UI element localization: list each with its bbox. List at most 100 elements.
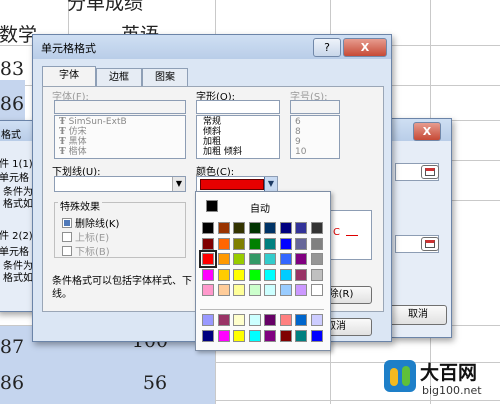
color-swatch[interactable] (264, 268, 276, 281)
color-swatch[interactable] (310, 329, 323, 342)
color-swatch[interactable] (279, 237, 292, 250)
sheet-top-partial: 分单成绩 (66, 0, 143, 14)
color-swatch[interactable] (233, 314, 245, 326)
color-swatch[interactable] (310, 253, 323, 265)
color-swatch[interactable] (217, 268, 230, 281)
style-list[interactable]: 常规 倾斜 加粗 加粗 倾斜 (196, 115, 280, 159)
watermark-brand: 大百网 (420, 362, 478, 384)
color-swatch[interactable] (279, 268, 292, 281)
condition-1-range-button[interactable] (421, 165, 439, 179)
color-swatch[interactable] (233, 253, 245, 265)
size-input[interactable] (290, 100, 340, 114)
color-swatch[interactable] (295, 329, 307, 342)
color-swatch[interactable] (295, 237, 307, 250)
tab-font-label: 字体 (59, 70, 79, 81)
color-swatch[interactable] (310, 268, 323, 281)
style-input[interactable] (196, 100, 280, 114)
right-dialog-cancel-button[interactable]: 取消 (389, 305, 447, 325)
color-swatch[interactable] (248, 329, 261, 342)
tab-border[interactable]: 边框 (96, 68, 142, 87)
color-swatch[interactable] (217, 284, 230, 296)
size-list-item[interactable]: 9 (295, 137, 301, 147)
size-list[interactable]: 6 8 9 10 (290, 115, 340, 159)
preview-sample: C (333, 227, 340, 238)
style-list-item[interactable]: 倾斜 (203, 127, 221, 137)
color-swatch[interactable] (279, 329, 292, 342)
tab-pattern[interactable]: 图案 (142, 68, 188, 87)
color-swatch[interactable] (310, 222, 323, 234)
color-swatch[interactable] (217, 314, 230, 326)
condition-1-type[interactable]: 单元格 (0, 169, 29, 184)
color-swatch[interactable] (264, 253, 276, 265)
style-list-item[interactable]: 加粗 倾斜 (203, 147, 242, 157)
chevron-down-icon[interactable]: ▼ (172, 177, 185, 191)
dialog-close-button[interactable]: X (343, 38, 387, 57)
color-swatch[interactable] (310, 284, 323, 296)
subscript-checkbox[interactable]: 下标(B) (62, 243, 110, 258)
font-input[interactable] (54, 100, 186, 114)
color-swatch[interactable] (295, 268, 307, 281)
color-swatch[interactable] (279, 284, 292, 296)
color-swatch[interactable] (233, 237, 245, 250)
color-swatch[interactable] (248, 268, 261, 281)
right-dialog: X 取消 (389, 118, 452, 338)
color-swatch[interactable] (295, 284, 307, 296)
color-swatch[interactable] (199, 250, 217, 268)
color-swatch[interactable] (295, 253, 307, 265)
auto-color-option[interactable]: 自动 (200, 198, 324, 215)
condition-2-type[interactable]: 单元格 (0, 243, 29, 258)
color-swatch[interactable] (248, 284, 261, 296)
color-swatch[interactable] (233, 268, 245, 281)
help-button[interactable]: ? (313, 38, 341, 57)
superscript-checkbox[interactable]: 上标(E) (62, 229, 109, 244)
size-list-item[interactable]: 10 (295, 147, 306, 157)
strikethrough-checkbox[interactable]: 删除线(K) (62, 215, 119, 230)
color-swatch[interactable] (310, 237, 323, 250)
font-list-item[interactable]: Ŧ 仿宋 (59, 127, 87, 137)
color-swatch[interactable] (264, 329, 276, 342)
color-swatch[interactable] (233, 329, 245, 342)
color-swatch[interactable] (248, 237, 261, 250)
size-list-item[interactable]: 6 (295, 117, 301, 127)
color-swatch[interactable] (202, 314, 214, 326)
color-swatch[interactable] (202, 222, 214, 234)
style-list-item[interactable]: 常规 (203, 117, 221, 127)
underline-select[interactable]: ▼ (54, 176, 186, 192)
color-swatch[interactable] (264, 284, 276, 296)
checkbox-checked-icon (62, 218, 72, 228)
tab-font[interactable]: 字体 (42, 66, 96, 88)
color-swatch[interactable] (295, 222, 307, 234)
color-swatch[interactable] (202, 268, 214, 281)
color-swatch[interactable] (264, 314, 276, 326)
color-swatch[interactable] (310, 314, 323, 326)
color-swatch[interactable] (233, 284, 245, 296)
color-swatch[interactable] (217, 237, 230, 250)
watermark-url: big100.net (422, 384, 482, 397)
font-list-item[interactable]: Ŧ 楷体 (59, 147, 87, 157)
font-list[interactable]: Ŧ SimSun-ExtB Ŧ 仿宋 Ŧ 黑体 Ŧ 楷体 (54, 115, 186, 159)
color-swatch[interactable] (233, 222, 245, 234)
color-swatch[interactable] (264, 222, 276, 234)
color-swatch[interactable] (202, 237, 214, 250)
color-swatch[interactable] (279, 314, 292, 326)
color-swatch[interactable] (217, 253, 230, 265)
font-list-item[interactable]: Ŧ 黑体 (59, 137, 87, 147)
color-swatch[interactable] (248, 253, 261, 265)
color-swatch[interactable] (295, 314, 307, 326)
color-swatch[interactable] (202, 329, 214, 342)
color-swatch[interactable] (279, 253, 292, 265)
color-swatch[interactable] (279, 222, 292, 234)
color-swatch[interactable] (217, 222, 230, 234)
condition-2-range-button[interactable] (421, 237, 439, 251)
color-swatch[interactable] (248, 222, 261, 234)
chevron-down-icon[interactable]: ▼ (264, 177, 277, 191)
color-swatch[interactable] (264, 237, 276, 250)
right-dialog-close-button[interactable]: X (413, 122, 441, 141)
color-swatch[interactable] (248, 314, 261, 326)
size-list-item[interactable]: 8 (295, 127, 301, 137)
color-swatch[interactable] (202, 284, 214, 296)
color-select[interactable]: ▼ (196, 176, 278, 192)
style-list-item[interactable]: 加粗 (203, 137, 221, 147)
color-swatch[interactable] (217, 329, 230, 342)
font-list-item[interactable]: Ŧ SimSun-ExtB (59, 117, 127, 127)
